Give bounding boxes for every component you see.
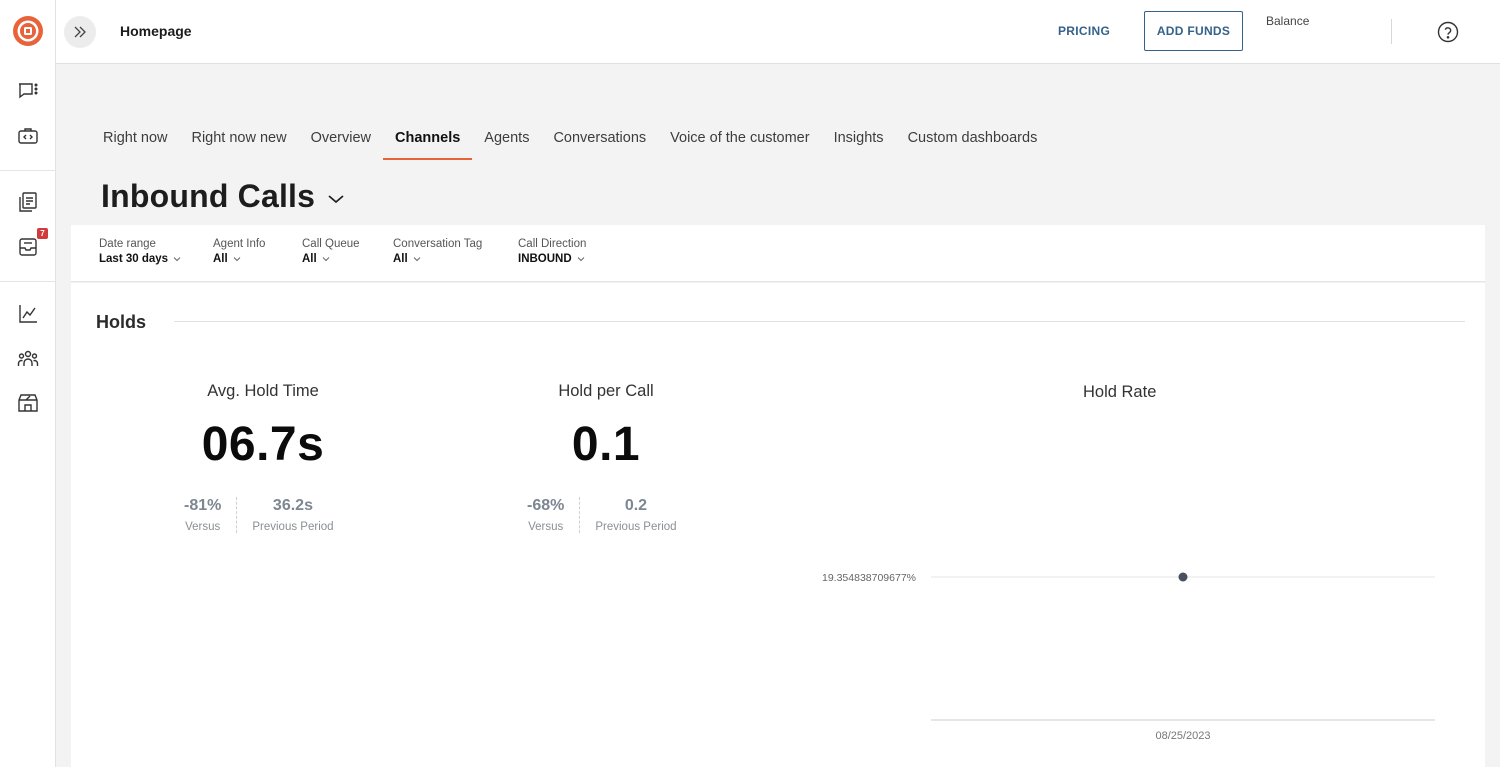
previous-value: 0.2	[624, 497, 648, 514]
metric-value: 06.7s	[201, 418, 325, 471]
metric-title: Hold per Call	[558, 382, 654, 400]
data-point	[1178, 572, 1188, 582]
header-divider	[1391, 19, 1392, 44]
versus-label: Versus	[528, 521, 564, 533]
left-rail: 7	[0, 0, 56, 767]
tab-conversations[interactable]: Conversations	[541, 122, 658, 160]
x-tick-label: 08/25/2023	[1155, 730, 1210, 742]
y-tick-label: 19.354838709677%	[822, 572, 916, 584]
versus-value: -81%	[184, 497, 222, 514]
versus-value: -68%	[527, 497, 565, 514]
tab-custom-dashboards[interactable]: Custom dashboards	[896, 122, 1050, 160]
page-title: Homepage	[120, 23, 192, 39]
inbox-icon[interactable]	[16, 235, 40, 259]
tab-voice-of-the-customer[interactable]: Voice of the customer	[658, 122, 821, 160]
tab-channels[interactable]: Channels	[383, 122, 473, 160]
filter-value: All	[302, 253, 317, 265]
balance-label: Balance	[1266, 14, 1310, 28]
rail-divider	[0, 170, 56, 171]
help-icon[interactable]	[1437, 21, 1459, 43]
add-funds-button[interactable]: ADD FUNDS	[1144, 11, 1243, 51]
metric-value: 0.1	[571, 418, 641, 471]
chat-icon[interactable]	[16, 79, 40, 103]
metric-title: Avg. Hold Time	[207, 382, 319, 400]
filter-label: Call Queue	[302, 238, 360, 250]
tab-right-now[interactable]: Right now	[91, 122, 179, 160]
filter-value: All	[393, 253, 408, 265]
rail-divider	[0, 281, 56, 282]
tab-agents[interactable]: Agents	[472, 122, 541, 160]
filter-bar: Date range Last 30 days Agent Info All C…	[71, 225, 1485, 282]
avg-hold-time-comparison: -81% Versus 36.2s Previous Period	[169, 497, 349, 533]
tab-right-now-new[interactable]: Right now new	[179, 122, 298, 160]
dashboard-tabs: Right now Right now new Overview Channel…	[91, 122, 1049, 160]
top-bar: Homepage PRICING ADD FUNDS Balance	[56, 0, 1500, 64]
store-icon[interactable]	[16, 391, 40, 415]
date-range-filter[interactable]: Date range Last 30 days	[99, 238, 181, 265]
hold-per-call-metric: Hold per Call 0.1	[506, 382, 706, 472]
filter-label: Date range	[99, 238, 156, 250]
filter-label: Agent Info	[213, 238, 266, 250]
pricing-link[interactable]: PRICING	[1058, 24, 1110, 38]
chevron-down-icon	[413, 257, 421, 262]
previous-label: Previous Period	[252, 521, 334, 533]
team-icon[interactable]	[16, 347, 40, 371]
section-title: Holds	[96, 312, 147, 332]
dashboard-selector[interactable]: Inbound Calls	[101, 178, 345, 215]
analytics-icon[interactable]	[16, 302, 40, 326]
inbox-badge: 7	[37, 228, 48, 239]
brand-logo[interactable]	[12, 15, 44, 47]
filter-value: INBOUND	[518, 253, 572, 265]
hold-rate-chart: 19.354838709677% 08/25/2023	[822, 572, 1435, 742]
chevron-down-icon	[577, 257, 585, 262]
chevron-down-icon	[328, 194, 344, 203]
hold-per-call-comparison: -68% Versus 0.2 Previous Period	[512, 497, 692, 533]
chevron-down-icon	[173, 257, 181, 262]
avg-hold-time-metric: Avg. Hold Time 06.7s	[163, 382, 363, 472]
documents-icon[interactable]	[16, 190, 40, 214]
chevron-down-icon	[322, 257, 330, 262]
section-divider	[174, 321, 1465, 322]
chart-title: Hold Rate	[1083, 383, 1157, 401]
agent-info-filter[interactable]: Agent Info All	[213, 238, 265, 265]
call-direction-filter[interactable]: Call Direction INBOUND	[518, 238, 586, 265]
chevron-down-icon	[233, 257, 241, 262]
filter-label: Call Direction	[518, 238, 587, 250]
filter-value: All	[213, 253, 228, 265]
conversation-tag-filter[interactable]: Conversation Tag All	[393, 238, 482, 265]
filter-value: Last 30 days	[99, 253, 169, 265]
call-queue-filter[interactable]: Call Queue All	[302, 238, 360, 265]
holds-panel: Holds Avg. Hold Time 06.7s -81% Versus 3…	[71, 283, 1485, 767]
chevrons-right-icon	[74, 26, 86, 38]
tab-insights[interactable]: Insights	[822, 122, 896, 160]
tab-overview[interactable]: Overview	[299, 122, 383, 160]
filter-label: Conversation Tag	[393, 238, 483, 250]
code-icon[interactable]	[16, 124, 40, 148]
expand-sidebar-button[interactable]	[64, 16, 96, 48]
dashboard-title: Inbound Calls	[101, 178, 316, 214]
versus-label: Versus	[185, 521, 221, 533]
previous-label: Previous Period	[595, 521, 677, 533]
previous-value: 36.2s	[272, 497, 313, 514]
